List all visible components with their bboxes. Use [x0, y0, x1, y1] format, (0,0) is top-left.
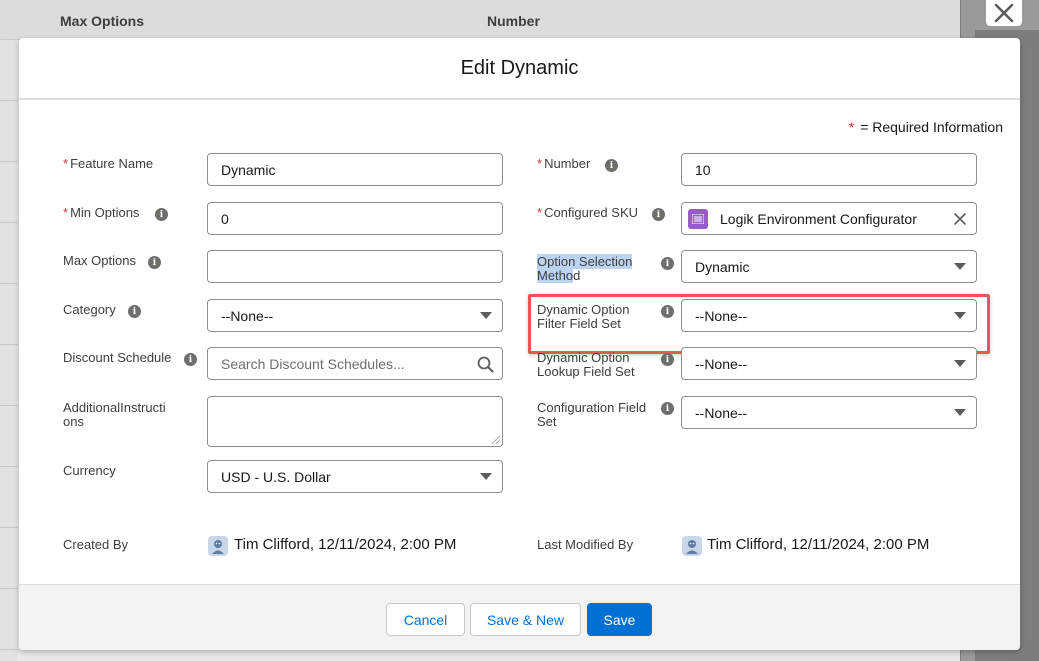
info-icon[interactable]: i: [661, 353, 674, 366]
number-label: * Number: [537, 156, 591, 171]
close-icon: [994, 3, 1014, 23]
currency-value: USD - U.S. Dollar: [221, 468, 331, 485]
required-info: * = Required Information: [849, 119, 1003, 135]
clear-selection-icon[interactable]: [952, 211, 968, 227]
option-selection-method-label: Option Selection Method: [537, 254, 633, 283]
configured-sku-label: * Configured SKU: [537, 205, 639, 220]
required-info-text: = Required Information: [860, 119, 1003, 135]
info-icon[interactable]: i: [661, 402, 674, 415]
configuration-field-set-label: Configuration Field Set: [537, 400, 647, 429]
required-star: *: [63, 205, 69, 220]
background-column-number: Number: [487, 13, 540, 29]
configuration-field-set-select[interactable]: --None--: [681, 396, 977, 429]
max-options-text[interactable]: [221, 258, 502, 275]
cancel-button[interactable]: Cancel: [386, 603, 465, 636]
feature-name-text[interactable]: [221, 161, 502, 178]
max-options-label: Max Options: [63, 253, 136, 268]
category-value: --None--: [221, 307, 274, 324]
save-and-new-button[interactable]: Save & New: [470, 603, 581, 636]
info-icon[interactable]: i: [661, 305, 674, 318]
info-icon[interactable]: i: [155, 208, 168, 221]
info-icon[interactable]: i: [652, 208, 665, 221]
feature-name-label: * Feature Name: [63, 156, 154, 171]
min-options-label: * Min Options: [63, 205, 140, 220]
last-modified-by-value[interactable]: Tim Clifford, 12/11/2024, 2:00 PM: [707, 536, 929, 553]
info-icon[interactable]: i: [128, 305, 141, 318]
modal-footer: Cancel Save & New Save: [19, 584, 1020, 650]
discount-schedule-label: Discount Schedule: [63, 350, 172, 365]
additional-instructions-textarea[interactable]: [207, 396, 503, 447]
dynamic-option-filter-select[interactable]: --None--: [681, 299, 977, 332]
configured-sku-lookup[interactable]: Logik Environment Configurator: [681, 202, 977, 235]
modal-header: Edit Dynamic: [19, 38, 1020, 100]
required-star: *: [537, 156, 543, 171]
min-options-text[interactable]: [221, 210, 502, 227]
required-star: *: [848, 119, 855, 135]
modal-title: Edit Dynamic: [460, 56, 579, 79]
user-avatar-icon: [208, 536, 228, 556]
discount-schedule-lookup[interactable]: [207, 347, 503, 380]
option-selection-method-value: Dynamic: [695, 258, 750, 275]
min-options-input[interactable]: [207, 202, 503, 235]
close-modal-button[interactable]: [986, 0, 1022, 26]
created-by-label: Created By: [63, 537, 129, 552]
info-icon[interactable]: i: [148, 256, 161, 269]
number-input[interactable]: [681, 153, 977, 186]
search-icon: [477, 356, 494, 373]
chevron-down-icon: [954, 312, 966, 319]
user-avatar-icon: [682, 536, 702, 556]
chevron-down-icon: [954, 360, 966, 367]
dynamic-option-lookup-value: --None--: [695, 355, 748, 372]
resize-handle-icon[interactable]: [492, 436, 500, 444]
discount-schedule-search-input[interactable]: [221, 355, 502, 372]
additional-instructions-label: AdditionalInstructi ons: [63, 400, 166, 429]
dynamic-option-filter-value: --None--: [695, 307, 748, 324]
chevron-down-icon: [954, 263, 966, 270]
configured-sku-value: Logik Environment Configurator: [720, 210, 917, 227]
background-table-header: Max Options Number: [0, 0, 975, 40]
dynamic-option-lookup-select[interactable]: --None--: [681, 347, 977, 380]
category-label: Category: [63, 302, 116, 317]
required-star: *: [537, 205, 543, 220]
edit-modal: Edit Dynamic * = Required Information * Fe…: [19, 38, 1020, 650]
info-icon[interactable]: i: [605, 159, 618, 172]
category-select[interactable]: --None--: [207, 299, 503, 332]
modal-body: *= Required Information *Feature Name *M…: [19, 100, 1020, 584]
background-column-max-options: Max Options: [60, 13, 145, 29]
max-options-input[interactable]: [207, 250, 503, 283]
info-icon[interactable]: i: [661, 257, 674, 270]
background-table-rows: [0, 40, 18, 661]
chevron-down-icon: [480, 473, 492, 480]
product-barcode-icon: [688, 208, 708, 229]
currency-label: Currency: [63, 463, 116, 478]
required-star: *: [63, 156, 69, 171]
created-by-value[interactable]: Tim Clifford, 12/11/2024, 2:00 PM: [234, 536, 456, 553]
chevron-down-icon: [954, 409, 966, 416]
dynamic-option-lookup-label: Dynamic Option Lookup Field Set: [537, 350, 635, 379]
save-button[interactable]: Save: [587, 603, 652, 636]
last-modified-by-label: Last Modified By: [537, 537, 634, 552]
number-text[interactable]: [695, 161, 976, 178]
dynamic-option-filter-label: Dynamic Option Filter Field Set: [537, 302, 630, 331]
option-selection-method-select[interactable]: Dynamic: [681, 250, 977, 283]
info-icon[interactable]: i: [184, 353, 197, 366]
currency-select[interactable]: USD - U.S. Dollar: [207, 460, 503, 493]
configuration-field-set-value: --None--: [695, 404, 748, 421]
feature-name-input[interactable]: [207, 153, 503, 186]
chevron-down-icon: [480, 312, 492, 319]
